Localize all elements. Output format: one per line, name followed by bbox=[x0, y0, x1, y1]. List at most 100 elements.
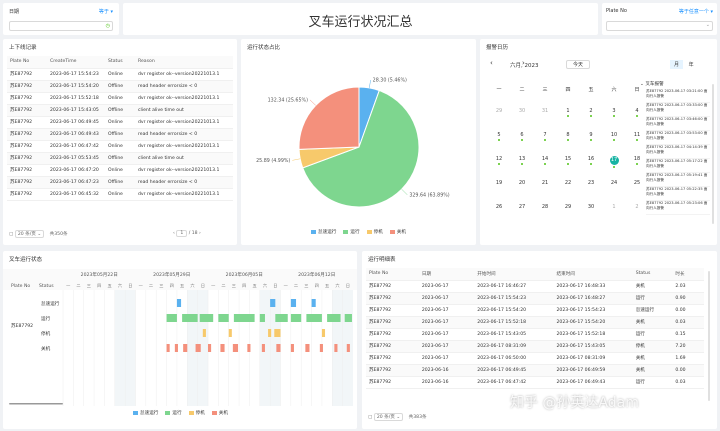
calendar-day[interactable]: 14 bbox=[536, 156, 554, 165]
calendar-day[interactable]: 2 bbox=[628, 204, 646, 210]
legend-item[interactable]: 关机 bbox=[389, 229, 406, 235]
log-row[interactable]: 苏E87792 2023-06-17 15:54:20 Offline read he… bbox=[7, 80, 233, 93]
alarm-item[interactable]: 苏E87792 2023-06-17 04:14:39 面向行人报警 bbox=[646, 145, 710, 159]
col-end[interactable]: 结束时间 bbox=[553, 268, 633, 281]
alarm-item[interactable]: 苏E87792 2023-06-17 05:23:06 面向行人报警 bbox=[646, 201, 710, 215]
col-start[interactable]: 开始时间 bbox=[474, 268, 554, 281]
prev-page-icon[interactable]: ‹ bbox=[173, 231, 175, 236]
alarm-item[interactable]: 苏E87792 2023-06-17 03:33:00 面向行人报警 bbox=[646, 103, 710, 117]
calendar-day[interactable]: 26 bbox=[490, 204, 508, 210]
calendar-day[interactable]: 6 bbox=[513, 132, 531, 141]
log-row[interactable]: 苏E87792 2023-06-17 15:52:18 Online dvr regi… bbox=[7, 92, 233, 105]
detail-row[interactable]: 苏E87792 2023-06-17 2023-06-17 16:46:27 2023… bbox=[366, 280, 704, 293]
col-status[interactable]: Status bbox=[632, 268, 673, 281]
legend-item[interactable]: 运行 bbox=[165, 410, 182, 416]
calendar-day[interactable]: 9 bbox=[582, 132, 600, 141]
log-row[interactable]: 苏E87792 2023-06-17 06:49:43 Offline read he… bbox=[7, 128, 233, 141]
view-year-button[interactable]: 年 bbox=[685, 60, 698, 69]
detail-row[interactable]: 苏E87792 2023-06-17 2023-06-17 15:43:05 2023… bbox=[366, 328, 704, 341]
calendar-day[interactable]: 29 bbox=[490, 108, 508, 114]
legend-item[interactable]: 停机 bbox=[366, 229, 383, 235]
alarm-scrollbar[interactable] bbox=[712, 84, 714, 224]
detail-row[interactable]: 苏E87792 2023-06-16 2023-06-17 06:49:45 2023… bbox=[366, 364, 704, 377]
calendar-day[interactable]: 4 bbox=[628, 108, 646, 117]
legend-item[interactable]: 怠速运行 bbox=[133, 410, 158, 416]
calendar-day[interactable]: 1 bbox=[605, 204, 623, 210]
page-input[interactable]: 1 bbox=[176, 230, 188, 237]
calendar-day[interactable]: 30 bbox=[582, 204, 600, 210]
log-row[interactable]: 苏E87792 2023-06-17 06:47:20 Online dvr regi… bbox=[7, 164, 233, 177]
calendar-day[interactable]: 19 bbox=[490, 180, 508, 186]
alarm-item[interactable]: 苏E87792 2023-06-17 05:19:41 面向行人报警 bbox=[646, 173, 710, 187]
today-button[interactable]: 今天 bbox=[566, 60, 591, 69]
calendar-day[interactable]: 13 bbox=[513, 156, 531, 165]
log-row[interactable]: 苏E87792 2023-06-17 15:43:05 Offline client … bbox=[7, 104, 233, 117]
calendar-day[interactable]: 29 bbox=[559, 204, 577, 210]
plate-filter-operator[interactable]: 等于任意一个 ▾ bbox=[679, 8, 713, 15]
calendar-day[interactable]: 21 bbox=[536, 180, 554, 186]
log-row[interactable]: 苏E87792 2023-06-17 06:47:42 Online dvr regi… bbox=[7, 140, 233, 153]
legend-item[interactable]: 关机 bbox=[211, 410, 228, 416]
col-reason[interactable]: Reason bbox=[135, 56, 233, 69]
calendar-day[interactable]: 18 bbox=[628, 156, 646, 165]
calendar-day[interactable]: 8 bbox=[559, 132, 577, 141]
calendar-day[interactable]: 31 bbox=[536, 108, 554, 114]
detail-row[interactable]: 苏E87792 2023-06-17 2023-06-17 15:54:20 2023… bbox=[366, 304, 704, 317]
col-plate[interactable]: Plate No bbox=[7, 56, 47, 69]
detail-scrollbar[interactable] bbox=[708, 271, 710, 401]
col-plate[interactable]: Plate No bbox=[366, 268, 419, 281]
legend-item[interactable]: 怠速运行 bbox=[311, 229, 336, 235]
alarm-group[interactable]: ⌄ 叉车报警 bbox=[640, 81, 664, 87]
calendar-day[interactable]: 23 bbox=[582, 180, 600, 186]
calendar-day[interactable]: 7 bbox=[536, 132, 554, 141]
prev-month-icon[interactable]: ‹ bbox=[490, 59, 493, 67]
alarm-item[interactable]: 苏E87792 2023-06-17 03:53:00 面向行人报警 bbox=[646, 131, 710, 145]
alarm-item[interactable]: 苏E87792 2023-06-17 03:21:00 面向行人报警 bbox=[646, 89, 710, 103]
alarm-item[interactable]: 苏E87792 2023-06-17 05:22:35 面向行人报警 bbox=[646, 187, 710, 201]
log-row[interactable]: 苏E87792 2023-06-17 06:45:32 Online dvr regi… bbox=[7, 188, 233, 201]
log-row[interactable]: 苏E87792 2023-06-17 06:49:45 Online dvr regi… bbox=[7, 116, 233, 129]
alarm-item[interactable]: 苏E87792 2023-06-17 03:46:00 面向行人报警 bbox=[646, 117, 710, 131]
calendar-day[interactable]: 2 bbox=[582, 108, 600, 117]
pie-slice[interactable] bbox=[298, 86, 360, 150]
calendar-day[interactable]: 27 bbox=[513, 204, 531, 210]
col-createtime[interactable]: CreateTime bbox=[47, 56, 105, 69]
date-input[interactable]: ◷ bbox=[9, 21, 113, 31]
calendar-day[interactable]: 10 bbox=[605, 132, 623, 141]
calendar-day[interactable]: 20 bbox=[513, 180, 531, 186]
detail-row[interactable]: 苏E87792 2023-06-17 2023-06-17 15:52:18 2023… bbox=[366, 316, 704, 329]
col-duration[interactable]: 时长 bbox=[672, 268, 704, 281]
calendar-day[interactable]: 1 bbox=[559, 108, 577, 117]
date-filter-operator[interactable]: 等于 ▾ bbox=[99, 8, 113, 15]
calendar-day[interactable]: 3 bbox=[605, 108, 623, 117]
calendar-day[interactable]: 28 bbox=[536, 204, 554, 210]
calendar-day[interactable]: 17 bbox=[605, 156, 623, 168]
calendar-day[interactable]: 25 bbox=[628, 180, 646, 186]
detail-row[interactable]: 苏E87792 2023-06-17 2023-06-17 15:54:23 2023… bbox=[366, 292, 704, 305]
col-status[interactable]: Status bbox=[105, 56, 135, 69]
alarm-item[interactable]: 苏E87792 2023-06-17 05:17:22 面向行人报警 bbox=[646, 159, 710, 173]
next-page-icon[interactable]: › bbox=[199, 231, 201, 236]
calendar-day[interactable]: 15 bbox=[559, 156, 577, 165]
calendar-day[interactable]: 22 bbox=[559, 180, 577, 186]
col-date[interactable]: 日期 bbox=[418, 268, 475, 281]
calendar-day[interactable]: 24 bbox=[605, 180, 623, 186]
calendar-day[interactable]: 12 bbox=[490, 156, 508, 165]
page-size-select[interactable]: 20 条/页 ⌄ bbox=[373, 413, 404, 421]
calendar-day[interactable]: 5 bbox=[490, 132, 508, 141]
legend-item[interactable]: 停机 bbox=[188, 410, 205, 416]
detail-row[interactable]: 苏E87792 2023-06-17 2023-06-17 06:50:00 2023… bbox=[366, 352, 704, 365]
calendar-day[interactable]: 11 bbox=[628, 132, 646, 141]
plate-select[interactable]: ⌄ bbox=[606, 21, 713, 31]
calendar-day[interactable]: 30 bbox=[513, 108, 531, 114]
gantt-bar bbox=[218, 314, 229, 322]
log-row[interactable]: 苏E87792 2023-06-17 06:47:23 Offline read he… bbox=[7, 176, 233, 189]
log-row[interactable]: 苏E87792 2023-06-17 15:54:23 Online dvr regi… bbox=[7, 68, 233, 81]
log-row[interactable]: 苏E87792 2023-06-17 05:53:45 Offline client … bbox=[7, 152, 233, 165]
calendar-day[interactable]: 16 bbox=[582, 156, 600, 165]
legend-item[interactable]: 运行 bbox=[343, 229, 360, 235]
detail-row[interactable]: 苏E87792 2023-06-17 2023-06-17 08:31:09 2023… bbox=[366, 340, 704, 353]
detail-row[interactable]: 苏E87792 2023-06-16 2023-06-17 06:47:42 2023… bbox=[366, 376, 704, 389]
view-month-button[interactable]: 月 bbox=[670, 60, 684, 69]
page-size-select[interactable]: 20 条/页 ⌄ bbox=[14, 230, 45, 238]
